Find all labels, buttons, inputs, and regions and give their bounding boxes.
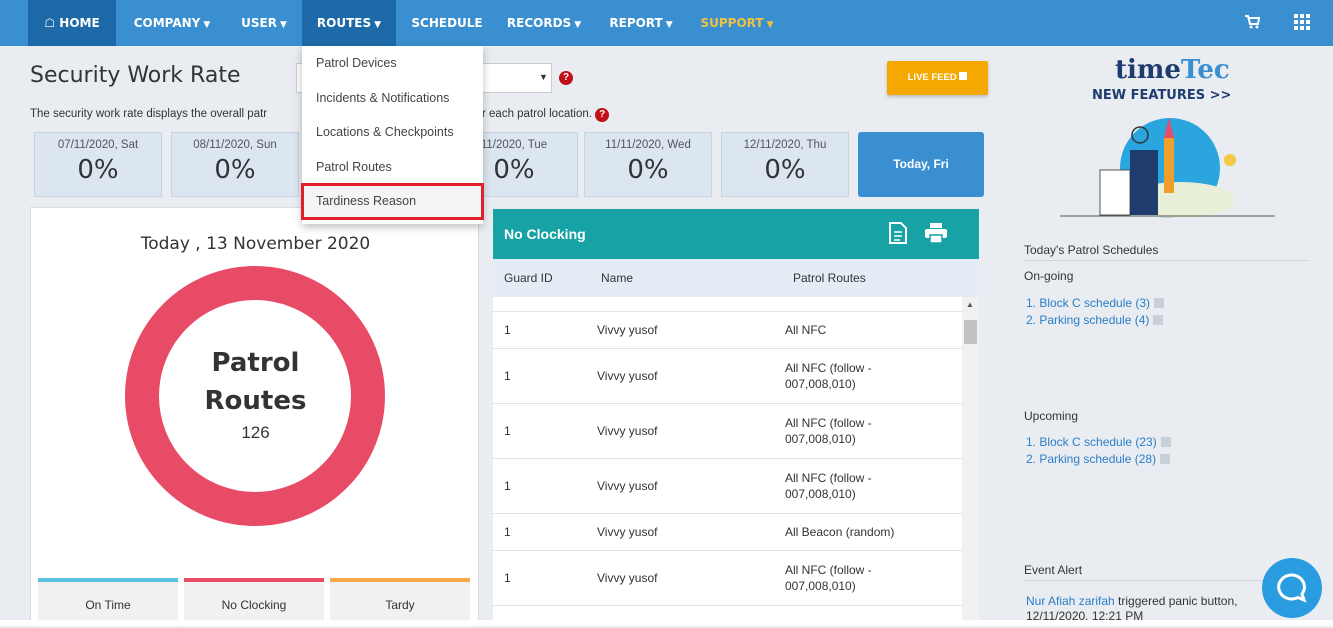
external-link-icon [1153, 315, 1164, 325]
page-subtitle: The security work rate displays the over… [30, 108, 268, 120]
ongoing-schedule-link[interactable]: 1. Block C schedule (3) [1026, 296, 1165, 310]
caret-down-icon: ▼ [539, 72, 548, 82]
nav-records[interactable]: RECORDS ▼ [498, 0, 590, 46]
live-feed-button[interactable]: LIVE FEED [887, 61, 988, 95]
caret-down-icon: ▼ [574, 20, 582, 30]
donut-count: 126 [241, 423, 270, 442]
day-card[interactable]: 08/11/2020, Sun 0% [171, 132, 299, 197]
cart-icon[interactable] [1244, 0, 1261, 46]
help-icon[interactable]: ? [595, 108, 610, 122]
new-features-link[interactable]: NEW FEATURES >> [1092, 88, 1231, 103]
upcoming-schedule-link[interactable]: 2. Parking schedule (28) [1026, 452, 1171, 466]
footer-bar [0, 620, 1333, 626]
chat-button[interactable] [1262, 558, 1322, 618]
top-navbar: ☖ HOME COMPANY ▼ USER ▼ ROUTES ▼ SCHEDULE R… [0, 0, 1333, 46]
table-row: 1 Vivvy yusof All NFC (follow - 007,008,… [493, 551, 963, 606]
chat-bubble-icon [1277, 573, 1307, 603]
help-icon[interactable]: ? [559, 71, 573, 85]
nav-company[interactable]: COMPANY ▼ [120, 0, 224, 46]
event-alert-heading: Event Alert [1024, 563, 1083, 577]
patrol-schedules-title: Today's Patrol Schedules [1024, 243, 1159, 257]
column-header: Name [601, 259, 634, 297]
table-row: 1 Vivvy yusof All NFC (follow - 007,008,… [493, 349, 963, 404]
ongoing-schedule-link[interactable]: 2. Parking schedule (4) [1026, 313, 1164, 327]
caret-down-icon: ▼ [279, 20, 287, 30]
nav-schedule[interactable]: SCHEDULE [402, 0, 492, 46]
scroll-up-arrow-icon[interactable]: ▲ [966, 300, 974, 309]
print-icon[interactable] [925, 223, 947, 243]
home-icon: ☖ [44, 16, 56, 30]
scrollbar-thumb[interactable] [964, 320, 977, 344]
nav-report[interactable]: REPORT ▼ [596, 0, 686, 46]
table-row: 1 Vivvy yusof All Beacon (random) [493, 514, 963, 551]
menu-item-incidents-notifications[interactable]: Incidents & Notifications [302, 81, 483, 116]
event-user-link[interactable]: Nur Afiah zarifah [1026, 594, 1115, 608]
table-body[interactable]: 1 Vivvy yusof All NFC 1 Vivvy yusof All … [493, 297, 963, 626]
table-scrollbar[interactable] [962, 297, 979, 626]
nav-home[interactable]: ☖ HOME [28, 0, 116, 46]
external-link-icon [1154, 298, 1165, 308]
timetec-logo[interactable]: timeTec [1115, 55, 1230, 85]
today-card[interactable]: Today, Fri [858, 132, 984, 197]
divider [1024, 260, 1309, 261]
ongoing-heading: On-going [1024, 269, 1074, 283]
menu-item-patrol-routes[interactable]: Patrol Routes [302, 150, 483, 185]
menu-item-patrol-devices[interactable]: Patrol Devices [302, 46, 483, 81]
apps-grid-icon[interactable] [1294, 0, 1310, 46]
page-title: Security Work Rate [30, 63, 241, 88]
new-features-illustration-icon [1060, 118, 1275, 218]
caret-down-icon: ▼ [203, 20, 211, 30]
table-row: 1 Vivvy yusof All NFC [493, 312, 963, 349]
column-header: Guard ID [504, 259, 553, 297]
donut-label: Routes [204, 386, 307, 416]
table-row: 1 Vivvy yusof All NFC (follow - 007,008,… [493, 459, 963, 514]
donut-label: Patrol [211, 348, 300, 378]
upcoming-heading: Upcoming [1024, 409, 1079, 423]
nav-support[interactable]: SUPPORT ▼ [692, 0, 782, 46]
external-link-icon [1160, 454, 1171, 464]
menu-item-tardiness-reason[interactable]: Tardiness Reason [301, 183, 484, 220]
external-link-icon [1160, 437, 1171, 447]
page-subtitle-end: r each patrol location. ? [482, 108, 610, 122]
table-header [493, 259, 979, 297]
day-card[interactable]: 12/11/2020, Thu 0% [721, 132, 849, 197]
nav-user[interactable]: USER ▼ [228, 0, 300, 46]
rss-icon [959, 72, 968, 80]
no-clocking-header: No Clocking [493, 209, 979, 259]
document-icon[interactable] [889, 222, 907, 244]
caret-down-icon: ▼ [665, 20, 673, 30]
caret-down-icon: ▼ [766, 20, 774, 30]
today-date: Today , 13 November 2020 [140, 234, 371, 254]
table-row [493, 297, 963, 312]
upcoming-schedule-link[interactable]: 1. Block C schedule (23) [1026, 435, 1171, 449]
table-row: 1 Vivvy yusof All NFC (follow - 007,008,… [493, 404, 963, 459]
no-clocking-panel: No Clocking Guard ID Name Patrol Routes … [493, 209, 979, 626]
column-header: Patrol Routes [793, 259, 866, 297]
event-alert-item: Nur Afiah zarifah triggered panic button… [1026, 594, 1238, 608]
caret-down-icon: ▼ [374, 20, 382, 30]
patrol-summary-panel: Today , 13 November 2020 Patrol Routes 1… [30, 207, 479, 627]
panel-title: No Clocking [504, 226, 586, 242]
day-card[interactable]: 11/11/2020, Wed 0% [584, 132, 712, 197]
nav-routes[interactable]: ROUTES ▼ [302, 0, 396, 46]
routes-dropdown-menu: Patrol Devices Incidents & Notifications… [301, 46, 484, 224]
menu-item-locations-checkpoints[interactable]: Locations & Checkpoints [302, 115, 483, 150]
day-card[interactable]: 07/11/2020, Sat 0% [34, 132, 162, 197]
